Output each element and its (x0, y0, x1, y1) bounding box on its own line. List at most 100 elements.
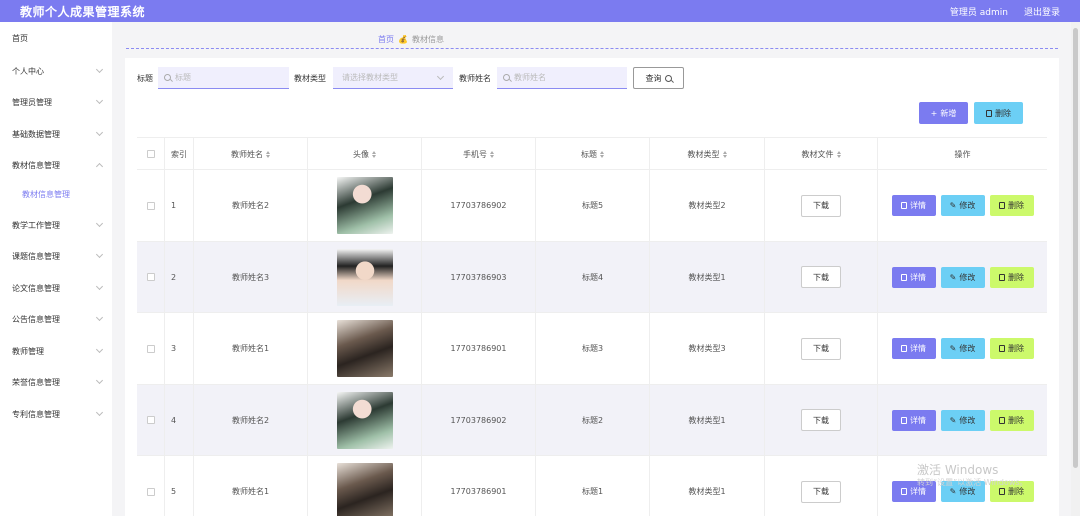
row-checkbox[interactable] (146, 487, 155, 496)
col-phone[interactable]: 手机号 (422, 138, 536, 170)
edit-button[interactable]: ✎ 修改 (940, 195, 985, 217)
app-header: 教师个人成果管理系统 管理员 admin 退出登录 (0, 0, 1080, 22)
cell-index: 3 (165, 313, 194, 385)
avatar (336, 320, 393, 378)
cell-phone: 17703786901 (422, 456, 536, 516)
sidebar-item-admin[interactable]: 管理员管理 (0, 92, 112, 112)
add-button[interactable]: + 新增 (919, 102, 968, 124)
sort-icon (600, 150, 604, 158)
row-checkbox[interactable] (146, 416, 155, 425)
chevron-down-icon (95, 345, 104, 354)
query-button[interactable]: 查询 (633, 67, 684, 89)
sidebar-item-patent[interactable]: 专利信息管理 (0, 404, 112, 424)
cell-file: 下载 (765, 456, 878, 516)
cell-title: 标题3 (536, 313, 650, 385)
cell-type: 教材类型2 (650, 170, 765, 242)
cell-avatar (308, 384, 422, 456)
edit-button[interactable]: ✎ 修改 (940, 338, 985, 360)
delete-button[interactable]: 删除 (989, 266, 1034, 288)
detail-button[interactable]: 详情 (891, 409, 936, 431)
row-checkbox[interactable] (146, 344, 155, 353)
chevron-down-icon (95, 96, 104, 105)
cell-actions: 详情 ✎ 修改 删除 (878, 385, 1047, 457)
cell-type: 教材类型1 (650, 384, 765, 456)
cell-teacher-name: 教师姓名1 (194, 313, 308, 385)
download-button[interactable]: 下载 (801, 480, 841, 503)
sidebar-item-basic-data[interactable]: 基础数据管理 (0, 124, 112, 144)
select-all-checkbox[interactable] (146, 150, 155, 158)
detail-button[interactable]: 详情 (891, 266, 936, 288)
row-select-cell (137, 241, 165, 313)
scrollbar[interactable] (1071, 22, 1080, 516)
cell-title: 标题5 (536, 170, 650, 242)
row-checkbox[interactable] (146, 201, 155, 210)
sidebar-item-paper[interactable]: 论文信息管理 (0, 278, 112, 298)
cell-type: 教材类型3 (650, 313, 765, 385)
type-select[interactable]: 请选择教材类型 (333, 67, 453, 89)
cell-avatar (308, 170, 422, 242)
main-content: 标题 标题 教材类型 请选择教材类型 教师姓名 教师姓名 查询 + 新增 删除 … (125, 58, 1059, 516)
cell-avatar (308, 456, 422, 516)
sidebar-item-home[interactable]: 首页 (0, 28, 112, 48)
sort-icon (490, 150, 494, 158)
table-row: 4 教师姓名2 17703786902 标题2 教材类型1 下载 详情 ✎ 修改 删除 (137, 384, 1047, 457)
table-row: 5 教师姓名1 17703786901 标题1 教材类型1 下载 详情 ✎ 修改 删除 (137, 456, 1047, 516)
plus-icon: + (930, 108, 938, 118)
select-all-cell (137, 138, 165, 170)
sort-icon (836, 150, 841, 158)
delete-button[interactable]: 删除 (989, 195, 1034, 217)
cell-teacher-name: 教师姓名2 (194, 384, 308, 456)
avatar (336, 248, 393, 306)
delete-button[interactable]: 删除 (989, 338, 1034, 360)
cell-phone: 17703786901 (422, 313, 536, 385)
download-button[interactable]: 下载 (801, 194, 841, 217)
sidebar-item-teacher[interactable]: 教师管理 (0, 341, 112, 361)
download-button[interactable]: 下载 (801, 337, 841, 360)
row-select-cell (137, 456, 165, 516)
cell-phone: 17703786903 (422, 241, 536, 313)
scrollbar-thumb[interactable] (1073, 28, 1078, 468)
cell-title: 标题1 (536, 456, 650, 516)
col-file[interactable]: 教材文件 (765, 138, 878, 170)
search-bar: 标题 标题 教材类型 请选择教材类型 教师姓名 教师姓名 查询 (125, 66, 1059, 90)
title-search-input[interactable]: 标题 (158, 67, 289, 89)
windows-activation-watermark: 激活 Windows (917, 463, 999, 477)
detail-button[interactable]: 详情 (891, 195, 936, 217)
download-button[interactable]: 下载 (801, 409, 841, 432)
batch-delete-button[interactable]: 删除 (974, 102, 1023, 124)
col-type[interactable]: 教材类型 (650, 138, 765, 170)
cell-file: 下载 (765, 313, 878, 385)
download-button[interactable]: 下载 (801, 266, 841, 289)
table-row: 3 教师姓名1 17703786901 标题3 教材类型3 下载 详情 ✎ 修改 删除 (137, 313, 1047, 385)
sidebar-item-notice[interactable]: 公告信息管理 (0, 309, 112, 329)
col-teacher-name[interactable]: 教师姓名 (194, 138, 308, 170)
title-label: 标题 (137, 74, 153, 83)
cell-title: 标题2 (536, 384, 650, 456)
pencil-icon: ✎ (949, 201, 957, 211)
sidebar-item-project[interactable]: 课题信息管理 (0, 246, 112, 266)
detail-button[interactable]: 详情 (891, 338, 936, 360)
sort-icon (266, 150, 270, 158)
edit-button[interactable]: ✎ 修改 (940, 409, 985, 431)
sidebar-subitem-textbook[interactable]: 教材信息管理 (0, 184, 112, 204)
trash-icon (999, 345, 1005, 353)
breadcrumb-home[interactable]: 首页 (378, 34, 394, 45)
edit-button[interactable]: ✎ 修改 (940, 266, 985, 288)
document-icon (901, 273, 907, 281)
sidebar-item-honor[interactable]: 荣誉信息管理 (0, 372, 112, 392)
sidebar-item-textbook[interactable]: 教材信息管理 (0, 155, 112, 175)
sidebar-item-profile[interactable]: 个人中心 (0, 61, 112, 81)
chevron-down-icon (95, 219, 104, 228)
row-checkbox[interactable] (146, 273, 155, 282)
col-avatar[interactable]: 头像 (308, 138, 422, 170)
chevron-down-icon (95, 408, 104, 417)
sidebar-item-teaching[interactable]: 教学工作管理 (0, 215, 112, 235)
cell-avatar (308, 313, 422, 385)
logout-link[interactable]: 退出登录 (1024, 5, 1060, 18)
delete-button[interactable]: 删除 (989, 409, 1034, 431)
col-title[interactable]: 标题 (536, 138, 650, 170)
windows-activation-hint: 转到“设置”以激活 Windows。 (917, 478, 1028, 487)
teacher-name-input[interactable]: 教师姓名 (497, 67, 627, 89)
row-select-cell (137, 384, 165, 456)
cell-index: 2 (165, 241, 194, 313)
